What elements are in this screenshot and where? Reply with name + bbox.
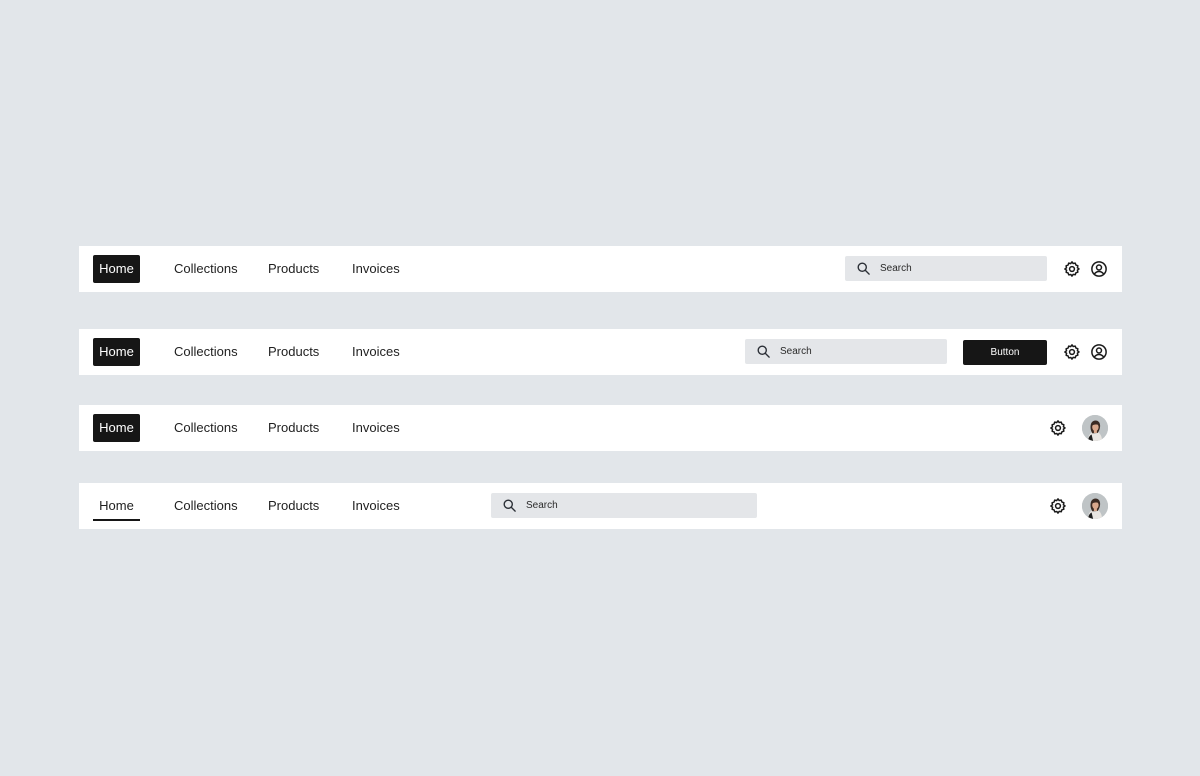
gear-icon[interactable] bbox=[1063, 343, 1081, 361]
search-placeholder: Search bbox=[880, 263, 912, 274]
nav-invoices[interactable]: Invoices bbox=[352, 255, 400, 283]
nav-invoices[interactable]: Invoices bbox=[352, 338, 400, 366]
nav-collections[interactable]: Collections bbox=[174, 338, 238, 366]
nav-products[interactable]: Products bbox=[268, 338, 319, 366]
gear-icon[interactable] bbox=[1049, 419, 1067, 437]
search-icon bbox=[503, 499, 516, 512]
navbar-variant-4: Home Collections Products Invoices Searc… bbox=[79, 483, 1122, 529]
search-input[interactable]: Search bbox=[491, 493, 757, 518]
nav-home[interactable]: Home bbox=[93, 338, 140, 366]
navbar-variant-1: Home Collections Products Invoices Searc… bbox=[79, 246, 1122, 292]
user-circle-icon[interactable] bbox=[1090, 260, 1108, 278]
nav-collections[interactable]: Collections bbox=[174, 255, 238, 283]
search-placeholder: Search bbox=[526, 500, 558, 511]
navbar-variant-2: Home Collections Products Invoices Searc… bbox=[79, 329, 1122, 375]
nav-invoices[interactable]: Invoices bbox=[352, 414, 400, 442]
search-input[interactable]: Search bbox=[745, 339, 947, 364]
nav-products[interactable]: Products bbox=[268, 255, 319, 283]
nav-invoices[interactable]: Invoices bbox=[352, 492, 400, 520]
nav-home[interactable]: Home bbox=[93, 414, 140, 442]
nav-home[interactable]: Home bbox=[93, 492, 140, 521]
nav-products[interactable]: Products bbox=[268, 414, 319, 442]
search-input[interactable]: Search bbox=[845, 256, 1047, 281]
navbar-variant-3: Home Collections Products Invoices bbox=[79, 405, 1122, 451]
gear-icon[interactable] bbox=[1063, 260, 1081, 278]
search-placeholder: Search bbox=[780, 346, 812, 357]
nav-home[interactable]: Home bbox=[93, 255, 140, 283]
primary-button[interactable]: Button bbox=[963, 340, 1047, 365]
nav-products[interactable]: Products bbox=[268, 492, 319, 520]
avatar[interactable] bbox=[1082, 415, 1108, 441]
nav-collections[interactable]: Collections bbox=[174, 414, 238, 442]
search-icon bbox=[757, 345, 770, 358]
gear-icon[interactable] bbox=[1049, 497, 1067, 515]
avatar[interactable] bbox=[1082, 493, 1108, 519]
search-icon bbox=[857, 262, 870, 275]
nav-collections[interactable]: Collections bbox=[174, 492, 238, 520]
user-circle-icon[interactable] bbox=[1090, 343, 1108, 361]
